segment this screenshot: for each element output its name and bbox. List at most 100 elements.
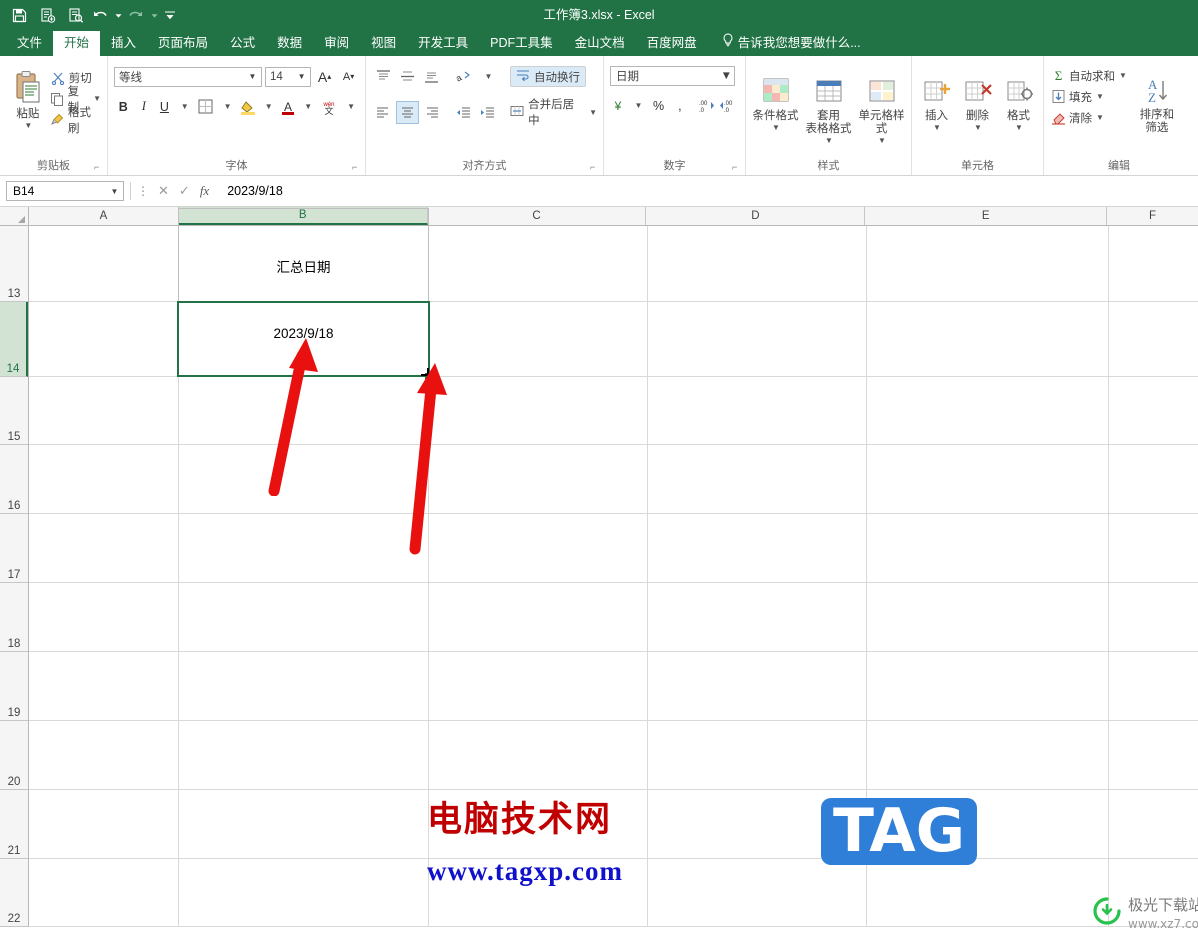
tab-review[interactable]: 审阅 bbox=[313, 31, 360, 56]
clear-dropdown-icon[interactable]: ▼ bbox=[1096, 113, 1104, 122]
alignment-dialog-launcher[interactable]: ⌐ bbox=[590, 163, 599, 172]
ribbon-tabs[interactable]: 文件 开始 插入 页面布局 公式 数据 审阅 视图 开发工具 PDF工具集 金山… bbox=[0, 30, 1198, 56]
conditional-formatting-button[interactable]: 条件格式 ▼ bbox=[752, 66, 799, 145]
row-header-13[interactable]: 13 bbox=[0, 226, 28, 302]
number-dialog-launcher[interactable]: ⌐ bbox=[732, 163, 741, 172]
sort-filter-button[interactable]: AZ 排序和 筛选 bbox=[1133, 65, 1181, 135]
format-cells-button[interactable]: 格式 ▼ bbox=[1000, 66, 1037, 132]
confirm-entry-icon[interactable]: ✓ bbox=[179, 183, 190, 199]
name-box[interactable]: B14 ▼ bbox=[6, 181, 124, 201]
autosum-button[interactable]: Σ 自动求和 ▼ bbox=[1050, 65, 1127, 86]
cell-b13-value[interactable]: 汇总日期 bbox=[178, 256, 429, 276]
tab-view[interactable]: 视图 bbox=[360, 31, 407, 56]
copy-dropdown-icon[interactable]: ▼ bbox=[93, 94, 101, 103]
row-header-19[interactable]: 19 bbox=[0, 652, 28, 721]
align-top-button[interactable] bbox=[372, 66, 394, 87]
format-as-table-button[interactable]: 套用 表格格式 ▼ bbox=[805, 66, 852, 145]
quick-access-toolbar[interactable] bbox=[0, 0, 178, 30]
print-preview-icon[interactable] bbox=[62, 2, 88, 28]
row-header-20[interactable]: 20 bbox=[0, 721, 28, 790]
format-cells-dropdown-icon[interactable]: ▼ bbox=[1015, 123, 1023, 132]
tab-home[interactable]: 开始 bbox=[53, 31, 101, 56]
cancel-entry-icon[interactable]: ✕ bbox=[158, 183, 169, 199]
tab-baidu-netdisk[interactable]: 百度网盘 bbox=[636, 31, 708, 56]
cell-styles-button[interactable]: 单元格样式 ▼ bbox=[858, 66, 905, 145]
fill-color-dropdown-icon[interactable]: ▼ bbox=[260, 96, 277, 117]
format-as-table-dropdown-icon[interactable]: ▼ bbox=[825, 136, 833, 145]
align-right-button[interactable] bbox=[421, 102, 443, 123]
row-header-17[interactable]: 17 bbox=[0, 514, 28, 583]
tab-page-layout[interactable]: 页面布局 bbox=[147, 31, 219, 56]
row-header-16[interactable]: 16 bbox=[0, 445, 28, 514]
fill-color-button[interactable] bbox=[237, 96, 257, 117]
row-header-14[interactable]: 14 bbox=[0, 302, 28, 377]
tab-developer[interactable]: 开发工具 bbox=[407, 31, 479, 56]
formula-input[interactable]: 2023/9/18 bbox=[217, 184, 1198, 198]
merge-center-button[interactable]: 合并后居中 ▼ bbox=[510, 96, 597, 128]
column-header-c[interactable]: C bbox=[428, 207, 647, 225]
tab-file[interactable]: 文件 bbox=[6, 31, 53, 56]
paste-button[interactable]: 粘贴 ▼ bbox=[6, 64, 50, 130]
font-color-button[interactable]: A bbox=[279, 96, 298, 117]
font-color-dropdown-icon[interactable]: ▼ bbox=[299, 96, 316, 117]
grow-font-button[interactable]: A ▴ bbox=[314, 66, 335, 87]
tell-me-box[interactable]: 告诉我您想要做什么... bbox=[708, 28, 871, 56]
row-header-18[interactable]: 18 bbox=[0, 583, 28, 652]
italic-button[interactable]: I bbox=[135, 96, 154, 117]
fill-button[interactable]: 填充 ▼ bbox=[1050, 86, 1127, 107]
align-bottom-button[interactable] bbox=[420, 66, 442, 87]
font-name-dropdown-icon[interactable]: ▼ bbox=[246, 72, 259, 81]
cell-styles-dropdown-icon[interactable]: ▼ bbox=[878, 136, 886, 145]
font-size-dropdown-icon[interactable]: ▼ bbox=[295, 72, 308, 81]
redo-dropdown-icon[interactable] bbox=[148, 2, 160, 28]
row-header-21[interactable]: 21 bbox=[0, 790, 28, 859]
accounting-dropdown-icon[interactable]: ▼ bbox=[630, 95, 647, 116]
tab-kingsoft-docs[interactable]: 金山文档 bbox=[564, 31, 636, 56]
shrink-font-button[interactable]: A ▾ bbox=[338, 66, 359, 87]
accounting-format-button[interactable]: ¥ bbox=[610, 95, 627, 116]
align-center-button[interactable] bbox=[395, 100, 420, 124]
insert-cells-dropdown-icon[interactable]: ▼ bbox=[933, 123, 941, 132]
bold-button[interactable]: B bbox=[114, 96, 133, 117]
borders-button[interactable] bbox=[195, 96, 217, 117]
customize-qat-icon[interactable] bbox=[162, 2, 178, 28]
tab-insert[interactable]: 插入 bbox=[100, 31, 147, 56]
phonetic-guide-button[interactable]: wén 文 bbox=[318, 96, 340, 117]
underline-dropdown-icon[interactable]: ▼ bbox=[176, 96, 193, 117]
tab-formulas[interactable]: 公式 bbox=[219, 31, 266, 56]
number-format-select[interactable]: 日期 ▼ bbox=[610, 66, 735, 86]
wrap-text-button[interactable]: 自动换行 bbox=[510, 66, 586, 87]
conditional-formatting-dropdown-icon[interactable]: ▼ bbox=[772, 123, 780, 132]
new-from-template-icon[interactable] bbox=[34, 2, 60, 28]
row-header-22[interactable]: 22 bbox=[0, 859, 28, 927]
merge-center-dropdown-icon[interactable]: ▼ bbox=[589, 108, 597, 117]
column-header-d[interactable]: D bbox=[646, 207, 866, 225]
redo-icon[interactable] bbox=[126, 2, 146, 28]
align-middle-button[interactable] bbox=[396, 66, 418, 87]
phonetic-dropdown-icon[interactable]: ▼ bbox=[342, 96, 359, 117]
format-painter-button[interactable]: 格式刷 bbox=[50, 107, 101, 135]
name-box-dropdown-icon[interactable]: ▼ bbox=[108, 187, 121, 196]
borders-dropdown-icon[interactable]: ▼ bbox=[219, 96, 236, 117]
clear-button[interactable]: 清除 ▼ bbox=[1050, 107, 1127, 128]
autosum-dropdown-icon[interactable]: ▼ bbox=[1119, 71, 1127, 80]
comma-style-button[interactable]: , bbox=[671, 95, 689, 116]
undo-dropdown-icon[interactable] bbox=[112, 2, 124, 28]
font-dialog-launcher[interactable]: ⌐ bbox=[352, 163, 361, 172]
cells-area[interactable]: 汇总日期 2023/9/18 电脑技术网 www.tagxp.com TAG 极… bbox=[29, 208, 1198, 931]
select-all-corner[interactable] bbox=[0, 207, 29, 225]
increase-decimal-button[interactable]: .00.0 bbox=[696, 95, 716, 116]
insert-cells-button[interactable]: 插入 ▼ bbox=[918, 66, 955, 132]
delete-cells-button[interactable]: 删除 ▼ bbox=[959, 66, 996, 132]
align-left-button[interactable] bbox=[372, 102, 394, 123]
save-icon[interactable] bbox=[6, 2, 32, 28]
clipboard-dialog-launcher[interactable]: ⌐ bbox=[94, 163, 103, 172]
increase-indent-button[interactable] bbox=[477, 102, 499, 123]
tab-pdf-tools[interactable]: PDF工具集 bbox=[479, 31, 564, 56]
decrease-indent-button[interactable] bbox=[453, 102, 475, 123]
tab-data[interactable]: 数据 bbox=[266, 31, 313, 56]
orientation-dropdown-icon[interactable]: ▼ bbox=[478, 66, 498, 87]
percent-style-button[interactable]: % bbox=[649, 95, 667, 116]
delete-cells-dropdown-icon[interactable]: ▼ bbox=[974, 123, 982, 132]
undo-icon[interactable] bbox=[90, 2, 110, 28]
